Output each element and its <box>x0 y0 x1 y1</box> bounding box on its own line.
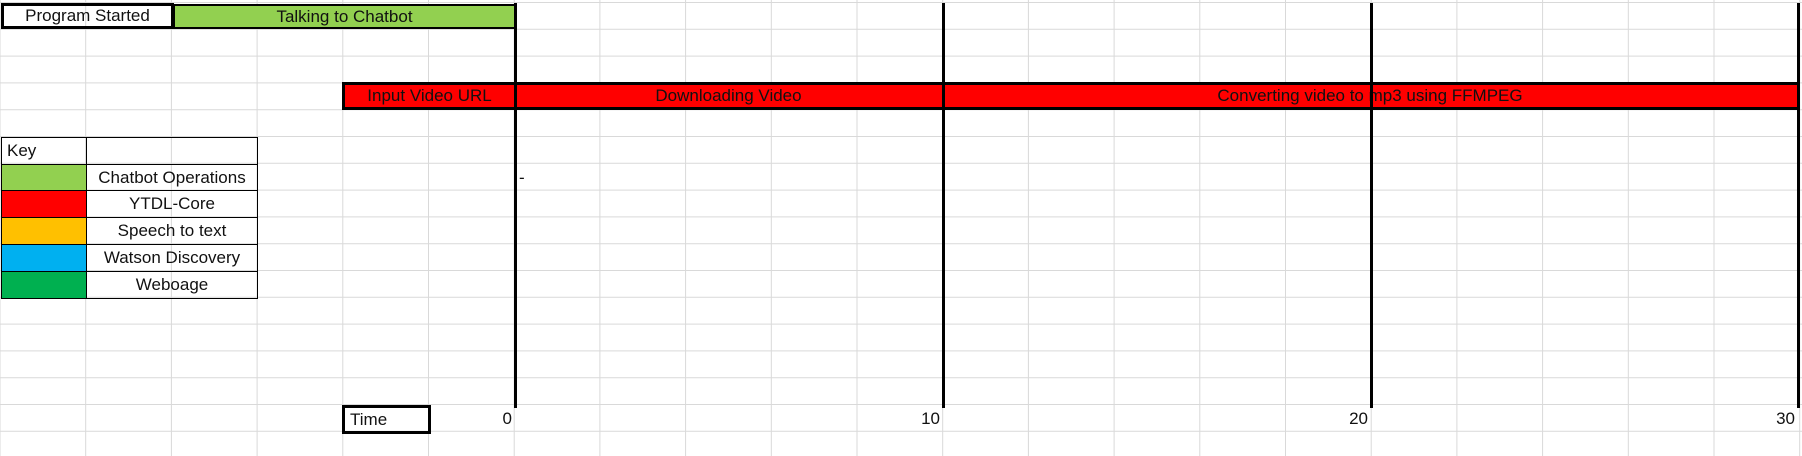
downloading-video-bar: Downloading Video <box>514 82 946 110</box>
key-label-watson-discovery: Watson Discovery <box>86 244 258 272</box>
key-label-weboage: Weboage <box>86 271 258 299</box>
time-marker-line-10 <box>942 3 945 408</box>
key-swatch-chatbot-operations <box>1 164 87 191</box>
time-marker-line-0 <box>514 3 517 408</box>
time-label-cell: Time <box>342 405 431 434</box>
tick-30: 30 <box>1776 409 1795 428</box>
key-swatch-watson-discovery <box>1 244 87 272</box>
dash-marker: - <box>519 168 525 187</box>
key-swatch-speech-to-text <box>1 217 87 245</box>
tick-0: 0 <box>502 409 512 428</box>
key-label-chatbot-operations: Chatbot Operations <box>86 164 258 191</box>
key-title-blank <box>86 137 258 165</box>
program-started-cell: Program Started <box>1 3 174 29</box>
spreadsheet-grid <box>0 0 1802 456</box>
tick-10: 10 <box>921 409 940 428</box>
tick-20: 20 <box>1349 409 1368 428</box>
time-marker-line-20 <box>1370 3 1373 408</box>
time-marker-line-30 <box>1797 3 1800 408</box>
key-label-ytdl-core: YTDL-Core <box>86 190 258 218</box>
key-swatch-ytdl-core <box>1 190 87 218</box>
input-video-url-bar: Input Video URL <box>342 82 517 110</box>
key-swatch-weboage <box>1 271 87 299</box>
key-label-speech-to-text: Speech to text <box>86 217 258 245</box>
talking-to-chatbot-bar: Talking to Chatbot <box>172 4 516 29</box>
key-title: Key <box>1 137 87 165</box>
